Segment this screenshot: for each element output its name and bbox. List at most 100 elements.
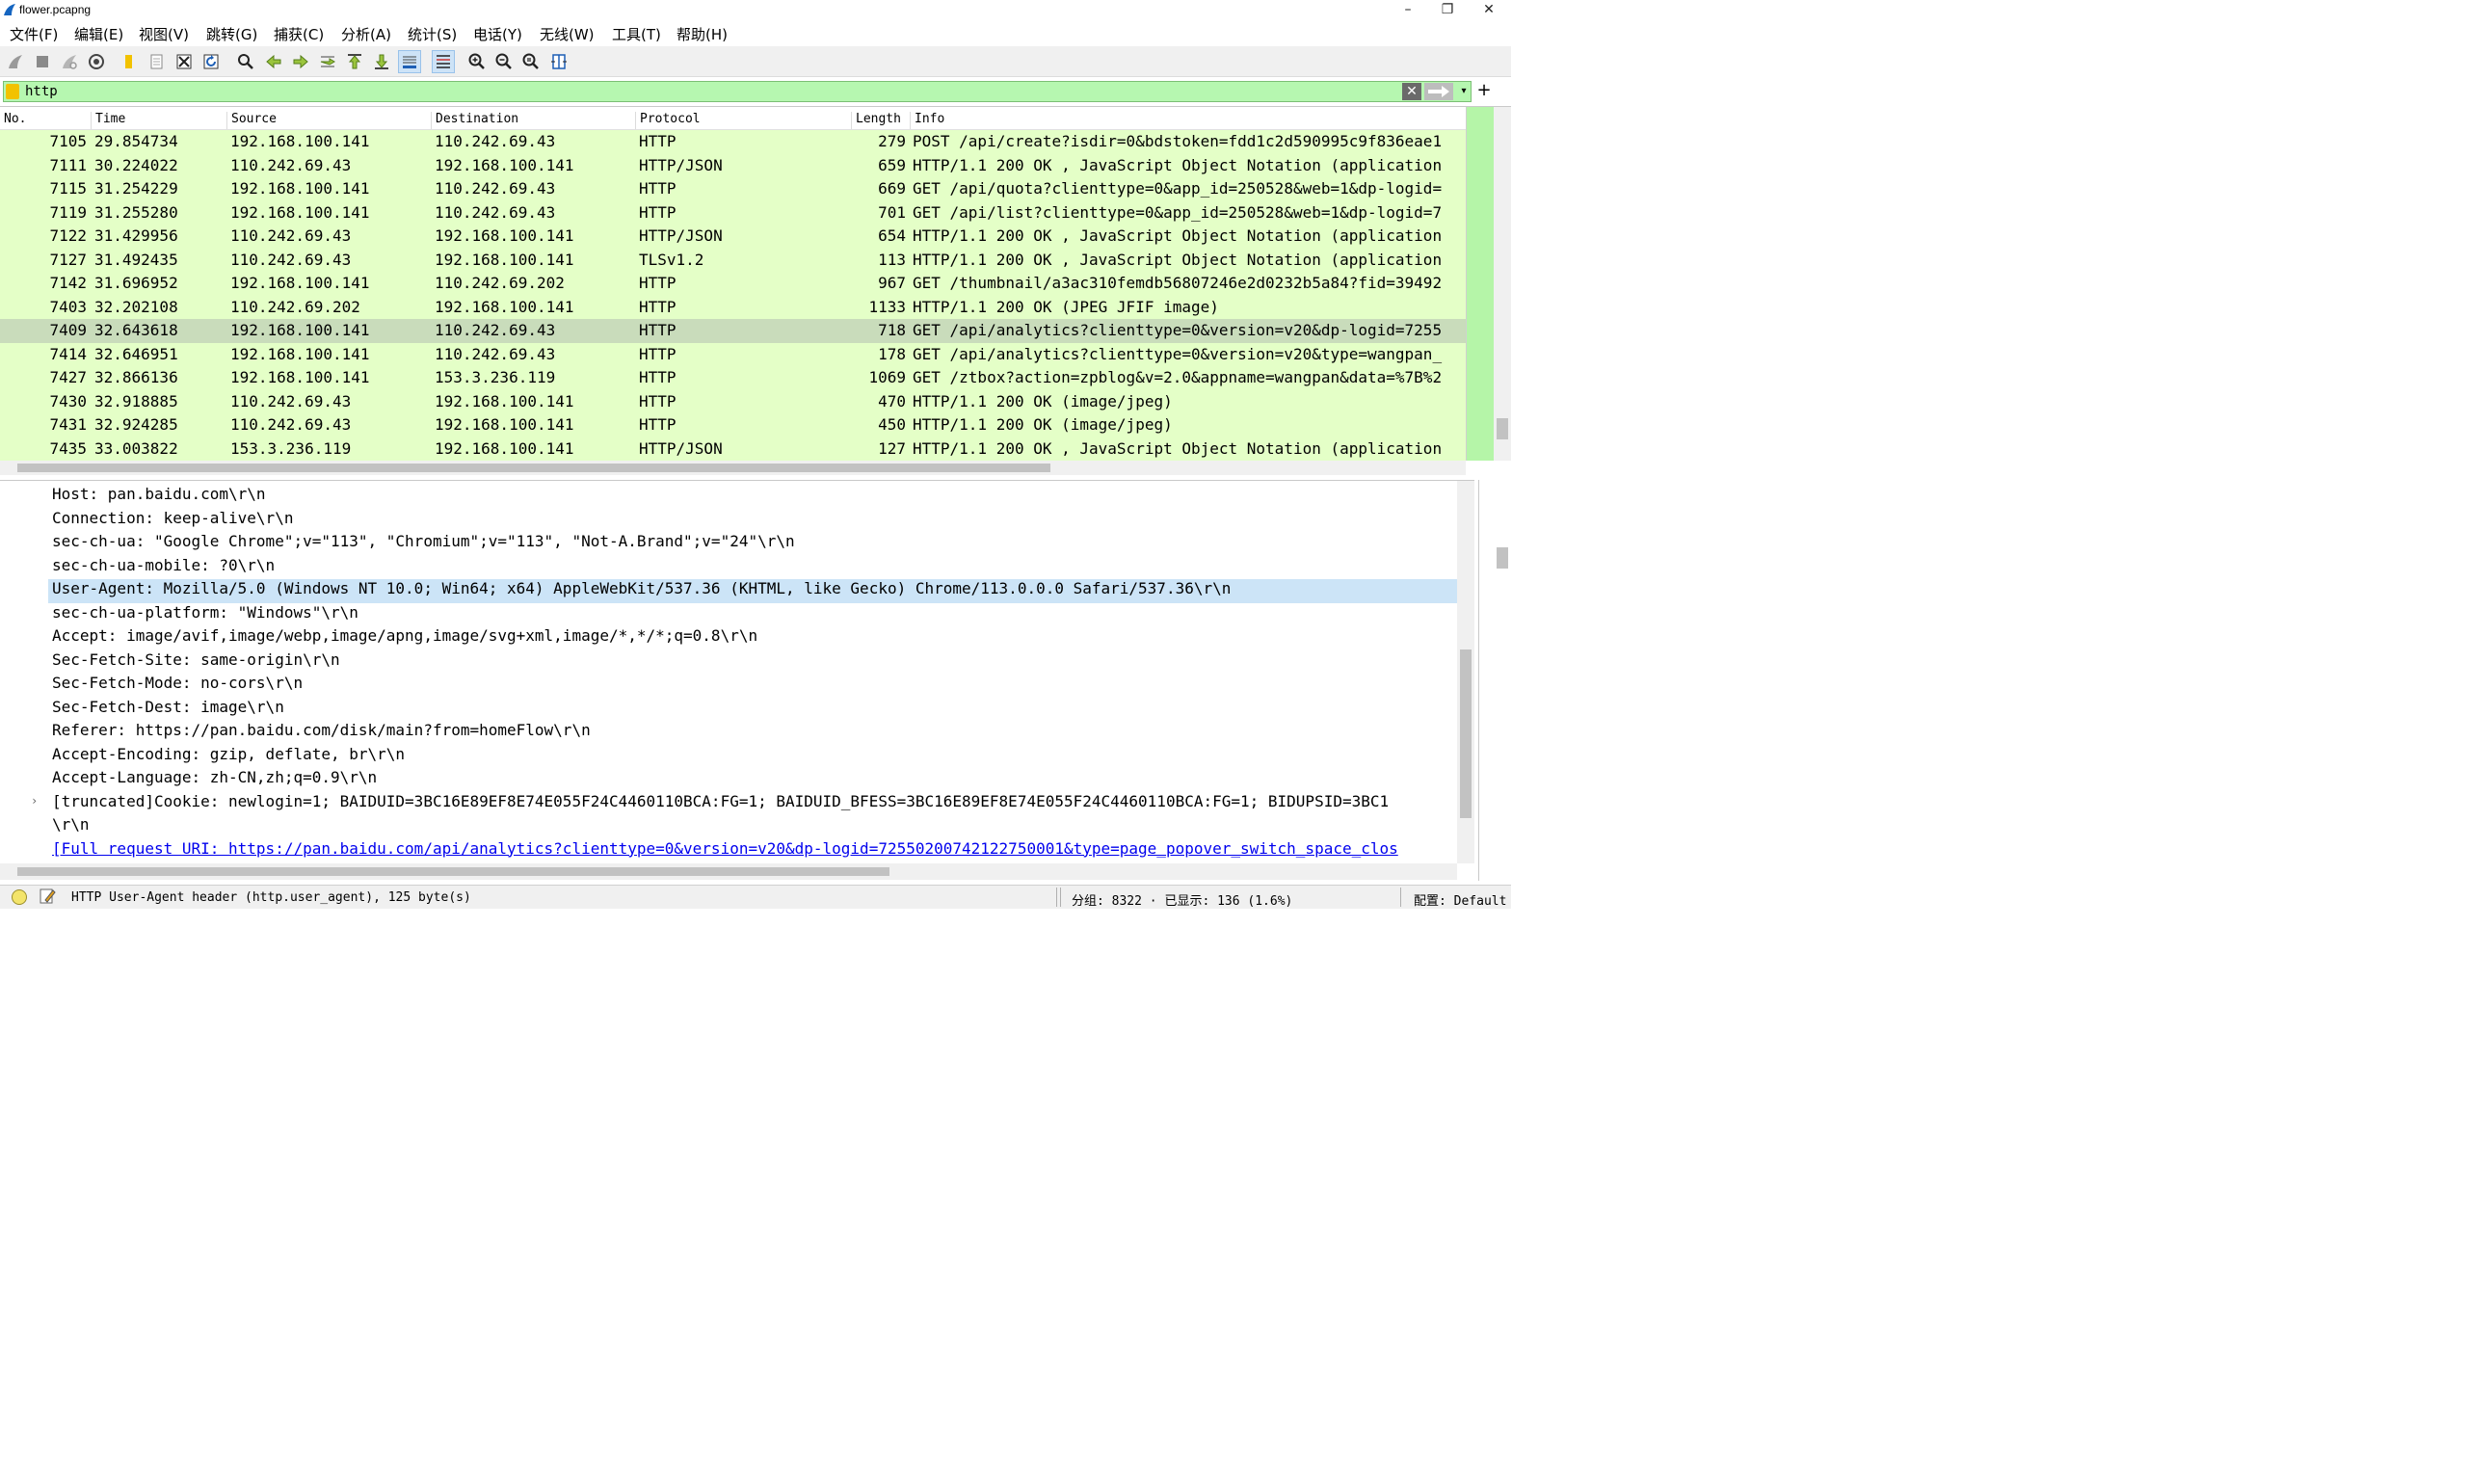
detail-line[interactable]: Accept: image/avif,image/webp,image/apng… <box>50 626 757 650</box>
packet-row[interactable]: 7111 30.224022 110.242.69.43 192.168.100.14… <box>0 153 1466 177</box>
menu-tools[interactable]: 工具(T) <box>612 24 661 44</box>
zoom-out-icon[interactable] <box>492 50 516 73</box>
first-packet-icon[interactable] <box>343 50 366 73</box>
clear-filter-icon[interactable]: ✕ <box>1402 83 1421 100</box>
normal-size-icon[interactable] <box>519 50 543 73</box>
detail-line[interactable]: Host: pan.baidu.com\r\n <box>50 485 266 509</box>
go-to-packet-icon[interactable] <box>316 50 339 73</box>
shark-fin-start-icon[interactable] <box>4 50 27 73</box>
detail-line[interactable]: [truncated]Cookie: newlogin=1; BAIDUID=3… <box>50 792 1389 816</box>
detail-line[interactable]: Referer: https://pan.baidu.com/disk/main… <box>50 721 591 745</box>
packet-row[interactable]: 7122 31.429956 110.242.69.43 192.168.100.14… <box>0 225 1466 249</box>
apply-filter-button[interactable] <box>1424 83 1453 100</box>
detail-line[interactable]: sec-ch-ua-mobile: ?0\r\n <box>50 556 275 580</box>
scroll-thumb[interactable] <box>17 464 1050 472</box>
find-packet-icon[interactable] <box>234 50 257 73</box>
chevron-down-icon[interactable]: ▾ <box>1457 83 1471 100</box>
restart-capture-icon[interactable] <box>58 50 81 73</box>
packet-length: 718 <box>878 321 906 339</box>
packet-row[interactable]: 7142 31.696952 192.168.100.141 110.242.69.2… <box>0 272 1466 296</box>
column-header-protocol[interactable]: Protocol <box>635 112 701 129</box>
column-header-time[interactable]: Time <box>91 112 125 129</box>
menu-statistics[interactable]: 统计(S) <box>408 24 457 44</box>
menu-help[interactable]: 帮助(H) <box>676 24 728 44</box>
display-filter-input[interactable] <box>25 83 1374 100</box>
detail-line[interactable]: Sec-Fetch-Dest: image\r\n <box>50 698 284 722</box>
edit-comment-icon[interactable] <box>39 888 56 905</box>
packet-row[interactable]: 7414 32.646951 192.168.100.141 110.242.69.4… <box>0 342 1466 366</box>
column-header-info[interactable]: Info <box>910 112 944 129</box>
packet-info: GET /api/quota?clienttype=0&app_id=25052… <box>913 179 1443 198</box>
last-packet-icon[interactable] <box>370 50 393 73</box>
detail-line[interactable]: sec-ch-ua: "Google Chrome";v="113", "Chr… <box>50 532 795 556</box>
detail-tree: Host: pan.baidu.com\r\n Connection: keep-… <box>0 483 1457 863</box>
packet-time: 31.492435 <box>94 250 178 269</box>
packet-row[interactable]: 7430 32.918885 110.242.69.43 192.168.100.14… <box>0 389 1466 413</box>
detail-line[interactable]: Accept-Encoding: gzip, deflate, br\r\n <box>50 745 405 769</box>
bookmark-icon[interactable] <box>6 84 19 99</box>
close-window-button[interactable]: ✕ <box>1467 0 1511 21</box>
menu-analyze[interactable]: 分析(A) <box>341 24 391 44</box>
packet-protocol: HTTP <box>639 297 676 316</box>
menu-file[interactable]: 文件(F) <box>10 24 58 44</box>
close-file-icon[interactable] <box>172 50 196 73</box>
expand-arrow-icon[interactable]: › <box>31 794 38 808</box>
detail-line[interactable]: sec-ch-ua-platform: "Windows"\r\n <box>50 603 358 627</box>
packet-list-vertical-scrollbar[interactable] <box>1494 107 1511 461</box>
detail-line[interactable]: Sec-Fetch-Mode: no-cors\r\n <box>50 674 303 698</box>
packet-row[interactable]: 7409 32.643618 192.168.100.141 110.242.69.4… <box>0 319 1466 343</box>
file-set-icon[interactable] <box>145 50 168 73</box>
detail-line[interactable]: Sec-Fetch-Site: same-origin\r\n <box>50 650 340 675</box>
stop-capture-icon[interactable] <box>31 50 54 73</box>
minimize-button[interactable]: – <box>1386 0 1430 21</box>
menu-go[interactable]: 跳转(G) <box>206 24 257 44</box>
full-request-uri-link[interactable]: [Full request URI: https://pan.baidu.com… <box>50 839 1398 863</box>
packet-destination: 192.168.100.141 <box>435 155 574 174</box>
packet-minimap[interactable] <box>1466 107 1494 461</box>
column-header-length[interactable]: Length <box>851 112 901 129</box>
menu-edit[interactable]: 编辑(E) <box>74 24 123 44</box>
details-vertical-scrollbar[interactable] <box>1457 481 1474 863</box>
packet-list-horizontal-scrollbar[interactable] <box>0 461 1466 475</box>
scroll-thumb[interactable] <box>1497 547 1508 569</box>
packet-row[interactable]: 7119 31.255280 192.168.100.141 110.242.69.4… <box>0 200 1466 225</box>
packet-protocol: HTTP <box>639 344 676 363</box>
reload-icon[interactable] <box>199 50 223 73</box>
packet-bytes-pane[interactable] <box>1478 480 1511 881</box>
menu-capture[interactable]: 捕获(C) <box>274 24 324 44</box>
menu-wireless[interactable]: 无线(W) <box>540 24 595 44</box>
column-header-no[interactable]: No. <box>0 112 26 129</box>
go-forward-icon[interactable] <box>289 50 312 73</box>
packet-row[interactable]: 7435 33.003822 153.3.236.119 192.168.100.14… <box>0 437 1466 461</box>
resize-columns-icon[interactable] <box>547 50 570 73</box>
profile-indicator[interactable]: 配置: Default <box>1414 890 1506 909</box>
go-back-icon[interactable] <box>262 50 285 73</box>
menu-view[interactable]: 视图(V) <box>139 24 189 44</box>
restore-button[interactable]: ❐ <box>1425 0 1470 21</box>
detail-line[interactable]: \r\n <box>50 815 90 839</box>
scroll-thumb[interactable] <box>17 867 889 876</box>
menu-telephony[interactable]: 电话(Y) <box>473 24 522 44</box>
zoom-in-icon[interactable] <box>465 50 489 73</box>
expert-info-icon[interactable] <box>12 889 27 905</box>
packet-row[interactable]: 7115 31.254229 192.168.100.141 110.242.69.4… <box>0 177 1466 201</box>
packet-row[interactable]: 7105 29.854734 192.168.100.141 110.242.69.4… <box>0 130 1466 154</box>
column-header-destination[interactable]: Destination <box>431 112 518 129</box>
packet-time: 32.866136 <box>94 368 178 386</box>
scroll-thumb[interactable] <box>1497 418 1508 439</box>
packet-row[interactable]: 7127 31.492435 110.242.69.43 192.168.100.14… <box>0 248 1466 272</box>
auto-scroll-icon[interactable] <box>398 50 421 73</box>
open-file-icon[interactable] <box>118 50 141 73</box>
detail-line[interactable]: Accept-Language: zh-CN,zh;q=0.9\r\n <box>50 768 377 792</box>
scroll-thumb[interactable] <box>1460 649 1472 818</box>
details-horizontal-scrollbar[interactable] <box>0 863 1457 880</box>
column-header-source[interactable]: Source <box>226 112 277 129</box>
packet-row[interactable]: 7403 32.202108 110.242.69.202 192.168.100.1… <box>0 295 1466 319</box>
colorize-icon[interactable] <box>432 50 455 73</box>
add-filter-button[interactable]: + <box>1476 82 1492 99</box>
packet-row[interactable]: 7431 32.924285 110.242.69.43 192.168.100.14… <box>0 413 1466 437</box>
detail-line[interactable]: User-Agent: Mozilla/5.0 (Windows NT 10.0… <box>48 579 1457 603</box>
capture-options-icon[interactable] <box>85 50 108 73</box>
detail-line[interactable]: Connection: keep-alive\r\n <box>50 509 293 533</box>
packet-row[interactable]: 7427 32.866136 192.168.100.141 153.3.236.11… <box>0 366 1466 390</box>
